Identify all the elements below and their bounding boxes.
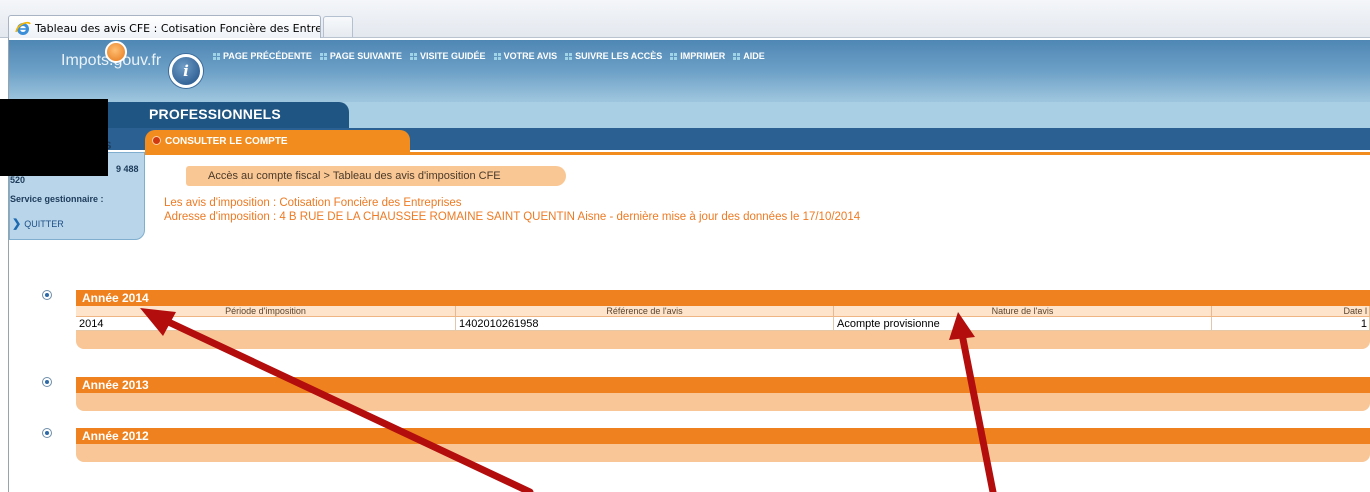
- browser-tab[interactable]: Tableau des avis CFE : Cotisation Fonciè…: [8, 15, 321, 38]
- table-cell: 2014: [76, 317, 456, 330]
- table-cell: 1402010261958: [456, 317, 834, 330]
- nav-imprimer[interactable]: IMPRIMER: [670, 51, 725, 61]
- nav-page-suivante[interactable]: PAGE SUIVANTE: [319, 51, 403, 61]
- nav-label: PAGE PRÉCÉDENTE: [223, 51, 312, 61]
- tab-bullet-icon: [152, 136, 161, 145]
- nav-visite-guidee[interactable]: VISITE GUIDÉE: [410, 51, 486, 61]
- breadcrumb: Accès au compte fiscal > Tableau des avi…: [186, 166, 566, 186]
- dots-icon: [319, 52, 327, 60]
- professionnels-circle-icon: [105, 41, 127, 63]
- service-gestionnaire-label: Service gestionnaire :: [10, 194, 104, 204]
- table-cell: Acompte provisionne: [834, 317, 1212, 330]
- year-section-2014: Année 2014 Période d'imposition Référenc…: [76, 290, 1370, 349]
- year-2014-toggle[interactable]: [42, 290, 52, 300]
- year-footer: [76, 331, 1370, 349]
- browser-tab-strip: Tableau des avis CFE : Cotisation Fonciè…: [0, 0, 1370, 38]
- breadcrumb-text: Accès au compte fiscal > Tableau des avi…: [208, 170, 501, 182]
- internet-explorer-icon: [15, 21, 31, 35]
- section-title: PROFESSIONNELS: [149, 106, 281, 122]
- year-header[interactable]: Année 2014: [76, 290, 1370, 306]
- nav-label: SUIVRE LES ACCÈS: [575, 51, 663, 61]
- year-footer: [76, 393, 1370, 411]
- nav-votre-avis[interactable]: VOTRE AVIS: [493, 51, 558, 61]
- account-number-fragment: 9 488: [116, 164, 139, 174]
- dots-icon: [493, 52, 501, 60]
- info-logo-icon[interactable]: i: [169, 54, 203, 88]
- nav-label: IMPRIMER: [680, 51, 726, 61]
- dots-icon: [733, 52, 741, 60]
- table-cell: 1: [1212, 317, 1370, 330]
- account-number-fragment-left: 520: [10, 175, 26, 185]
- dots-icon: [565, 52, 573, 60]
- dots-icon: [410, 52, 418, 60]
- quit-link[interactable]: ❯ QUITTER: [12, 217, 64, 230]
- browser-tab-title: Tableau des avis CFE : Cotisation Fonciè…: [35, 22, 321, 35]
- nav-label: AIDE: [743, 51, 765, 61]
- dots-icon: [670, 52, 678, 60]
- year-header[interactable]: Année 2013: [76, 377, 1370, 393]
- dots-icon: [213, 52, 220, 60]
- nav-label: VOTRE AVIS: [503, 51, 558, 61]
- nav-suivre-les-acces[interactable]: SUIVRE LES ACCÈS: [565, 51, 662, 61]
- column-header: Date l: [1212, 306, 1370, 316]
- year-2013-toggle[interactable]: [42, 377, 52, 387]
- column-header: Période d'imposition: [76, 306, 456, 316]
- nav-label: PAGE SUIVANTE: [329, 51, 403, 61]
- column-header: Référence de l'avis: [456, 306, 834, 316]
- top-navigation: PAGE PRÉCÉDENTE PAGE SUIVANTE VISITE GUI…: [213, 51, 765, 61]
- nav-aide[interactable]: AIDE: [733, 51, 765, 61]
- new-tab-button[interactable]: [323, 16, 353, 37]
- chevron-right-icon: ❯: [12, 218, 22, 230]
- quit-label: QUITTER: [24, 218, 64, 229]
- column-header: Nature de l'avis: [834, 306, 1212, 316]
- info-avis-line: Les avis d'imposition : Cotisation Fonci…: [164, 197, 462, 209]
- orange-separator: [145, 152, 1370, 155]
- table-header: Période d'imposition Référence de l'avis…: [76, 306, 1370, 317]
- nav-label: VISITE GUIDÉE: [420, 51, 486, 61]
- year-header[interactable]: Année 2012: [76, 428, 1370, 444]
- year-footer: [76, 444, 1370, 462]
- year-section-2012: Année 2012: [76, 428, 1370, 462]
- header-light-strip: [329, 102, 1370, 128]
- redaction-box: [0, 99, 108, 176]
- tab-consulter-le-compte[interactable]: CONSULTER LE COMPTE: [145, 130, 410, 152]
- year-2012-toggle[interactable]: [42, 428, 52, 438]
- tab-label: CONSULTER LE COMPTE: [165, 135, 288, 147]
- info-address-line: Adresse d'imposition : 4 B RUE DE LA CHA…: [164, 211, 861, 223]
- nav-page-precedente[interactable]: PAGE PRÉCÉDENTE: [213, 51, 312, 61]
- info-logo-letter: i: [183, 62, 189, 80]
- year-section-2013: Année 2013: [76, 377, 1370, 411]
- table-row[interactable]: 2014 1402010261958 Acompte provisionne 1: [76, 317, 1370, 331]
